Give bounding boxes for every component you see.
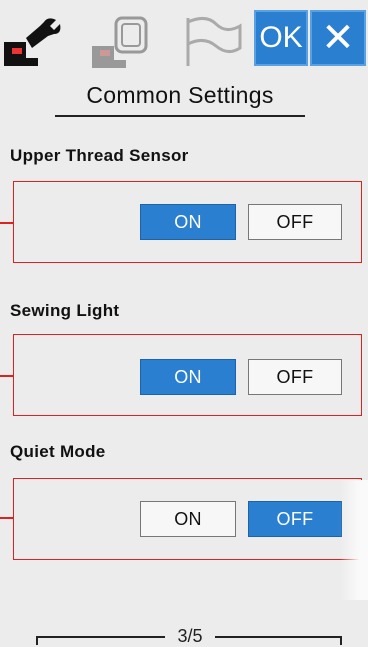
upper-thread-sensor-on-button[interactable]: ON bbox=[140, 204, 236, 240]
sewing-light-on-button[interactable]: ON bbox=[140, 359, 236, 395]
page-indicator-bracket-right bbox=[340, 636, 342, 645]
callout-leader bbox=[0, 222, 13, 224]
ok-button[interactable]: OK bbox=[254, 10, 308, 66]
quiet-mode-label: Quiet Mode bbox=[10, 442, 106, 461]
tab-machine-settings[interactable] bbox=[0, 8, 78, 70]
tab-embroidery-settings[interactable] bbox=[86, 8, 170, 70]
embroidery-frame-icon bbox=[92, 16, 148, 68]
callout-leader bbox=[0, 375, 13, 377]
close-icon: ✕ bbox=[321, 16, 355, 60]
sewing-light-label: Sewing Light bbox=[10, 301, 120, 320]
close-button[interactable]: ✕ bbox=[310, 10, 366, 66]
page-indicator-bracket-left bbox=[36, 636, 38, 645]
page-title: Common Settings bbox=[86, 82, 274, 108]
upper-thread-sensor-off-button[interactable]: OFF bbox=[248, 204, 342, 240]
edge-glare bbox=[340, 480, 368, 600]
machine-wrench-icon bbox=[4, 18, 61, 66]
sewing-light-off-button[interactable]: OFF bbox=[248, 359, 342, 395]
page-indicator: 3/5 bbox=[165, 626, 215, 647]
quiet-mode-group: ON OFF bbox=[13, 478, 362, 560]
callout-leader bbox=[0, 517, 13, 519]
quiet-mode-off-button[interactable]: OFF bbox=[248, 501, 342, 537]
upper-thread-sensor-label: Upper Thread Sensor bbox=[10, 146, 189, 165]
quiet-mode-on-button[interactable]: ON bbox=[140, 501, 236, 537]
tab-bar: OK ✕ bbox=[0, 0, 368, 78]
flag-icon bbox=[186, 17, 242, 66]
upper-thread-sensor-group: ON OFF bbox=[13, 181, 362, 263]
title-underline bbox=[55, 115, 305, 117]
tab-general-settings[interactable] bbox=[176, 8, 250, 70]
sewing-light-group: ON OFF bbox=[13, 334, 362, 416]
